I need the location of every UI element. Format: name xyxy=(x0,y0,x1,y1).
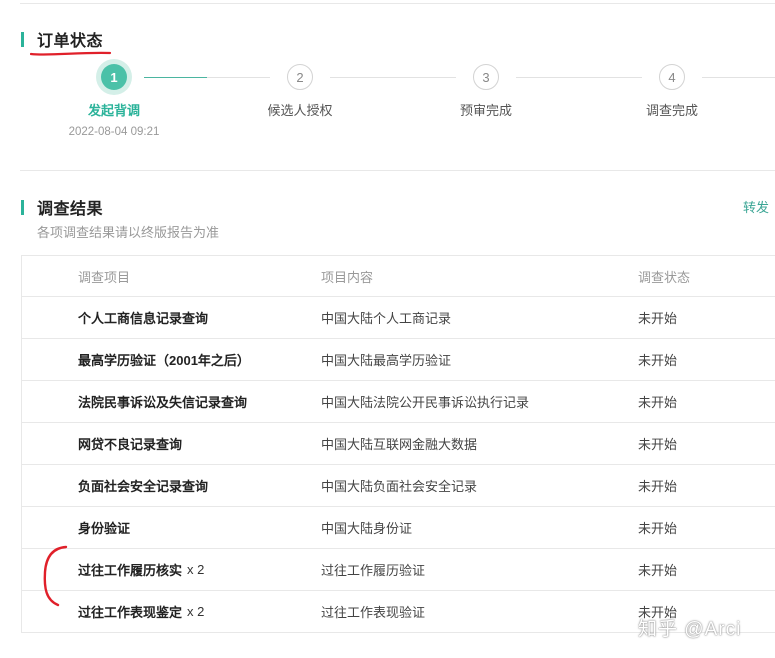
results-subtitle: 各项调查结果请以终版报告为准 xyxy=(37,225,220,240)
item-name: 过往工作履历核实 xyxy=(78,563,183,578)
table-row: 法院民事诉讼及失信记录查询 中国大陆法院公开民事诉讼执行记录 未开始 xyxy=(22,381,775,423)
red-underline-annotation xyxy=(30,51,112,56)
item-status: 未开始 xyxy=(638,437,678,452)
item-content: 中国大陆个人工商记录 xyxy=(321,311,452,326)
table-row: 负面社会安全记录查询 中国大陆负面社会安全记录 未开始 xyxy=(22,465,775,507)
table-row: 身份验证 中国大陆身份证 未开始 xyxy=(22,507,775,549)
watermark: 知乎 @Arci xyxy=(638,619,742,640)
item-name: 身份验证 xyxy=(78,521,131,536)
item-status: 未开始 xyxy=(638,395,678,410)
step-4: 4 调查完成 xyxy=(592,64,752,119)
column-header-status: 调查状态 xyxy=(638,269,691,285)
column-header-item: 调查项目 xyxy=(78,269,131,285)
step-1-circle: 1 xyxy=(101,64,127,90)
step-1-label: 发起背调 xyxy=(87,103,140,118)
title-accent-bar xyxy=(21,199,24,215)
item-content: 中国大陆互联网金融大数据 xyxy=(321,437,478,452)
step-1: 1 发起背调 2022-08-04 09:21 xyxy=(34,64,194,138)
results-title: 调查结果 xyxy=(37,201,104,218)
item-content: 中国大陆最高学历验证 xyxy=(321,353,452,368)
item-content: 中国大陆法院公开民事诉讼执行记录 xyxy=(321,395,530,410)
step-3-circle: 3 xyxy=(473,64,499,90)
top-border xyxy=(20,3,775,4)
step-2-circle: 2 xyxy=(287,64,313,90)
section-divider xyxy=(20,170,775,171)
item-count: x 2 xyxy=(187,562,205,577)
table-header: 调查项目 项目内容 调查状态 xyxy=(22,256,775,297)
step-3: 3 预审完成 xyxy=(406,64,566,119)
table-row: 网贷不良记录查询 中国大陆互联网金融大数据 未开始 xyxy=(22,423,775,465)
item-status: 未开始 xyxy=(638,353,678,368)
item-status: 未开始 xyxy=(638,563,678,578)
item-content: 过往工作表现验证 xyxy=(321,605,426,620)
item-status: 未开始 xyxy=(638,521,678,536)
item-name: 法院民事诉讼及失信记录查询 xyxy=(78,395,248,410)
step-1-date: 2022-08-04 09:21 xyxy=(68,126,160,138)
step-4-circle: 4 xyxy=(659,64,685,90)
table-row: 最高学历验证（2001年之后） 中国大陆最高学历验证 未开始 xyxy=(22,339,775,381)
item-name: 过往工作表现鉴定 xyxy=(78,605,183,620)
item-content: 中国大陆身份证 xyxy=(321,521,413,536)
order-status-title: 订单状态 xyxy=(37,33,104,50)
forward-link[interactable]: 转发 xyxy=(743,197,769,216)
title-accent-bar xyxy=(21,31,24,47)
step-3-label: 预审完成 xyxy=(459,103,512,118)
red-bracket-annotation xyxy=(43,545,68,607)
step-4-label: 调查完成 xyxy=(645,103,698,118)
results-header: 调查结果 xyxy=(21,195,103,219)
item-name: 负面社会安全记录查询 xyxy=(78,479,209,494)
item-content: 过往工作履历验证 xyxy=(321,563,426,578)
item-status: 未开始 xyxy=(638,479,678,494)
item-status: 未开始 xyxy=(638,311,678,326)
column-header-content: 项目内容 xyxy=(321,269,374,285)
results-table: 调查项目 项目内容 调查状态 个人工商信息记录查询 中国大陆个人工商记录 未开始… xyxy=(21,255,775,633)
item-name: 网贷不良记录查询 xyxy=(78,437,183,452)
order-status-header: 订单状态 xyxy=(21,27,103,51)
table-row: 过往工作履历核实 x 2 过往工作履历验证 未开始 xyxy=(22,549,775,591)
table-row: 个人工商信息记录查询 中国大陆个人工商记录 未开始 xyxy=(22,297,775,339)
item-name: 个人工商信息记录查询 xyxy=(78,311,209,326)
step-2: 2 候选人授权 xyxy=(220,64,380,119)
step-2-label: 候选人授权 xyxy=(267,103,333,118)
item-count: x 2 xyxy=(187,604,205,619)
item-content: 中国大陆负面社会安全记录 xyxy=(321,479,478,494)
item-name: 最高学历验证（2001年之后） xyxy=(78,353,250,368)
